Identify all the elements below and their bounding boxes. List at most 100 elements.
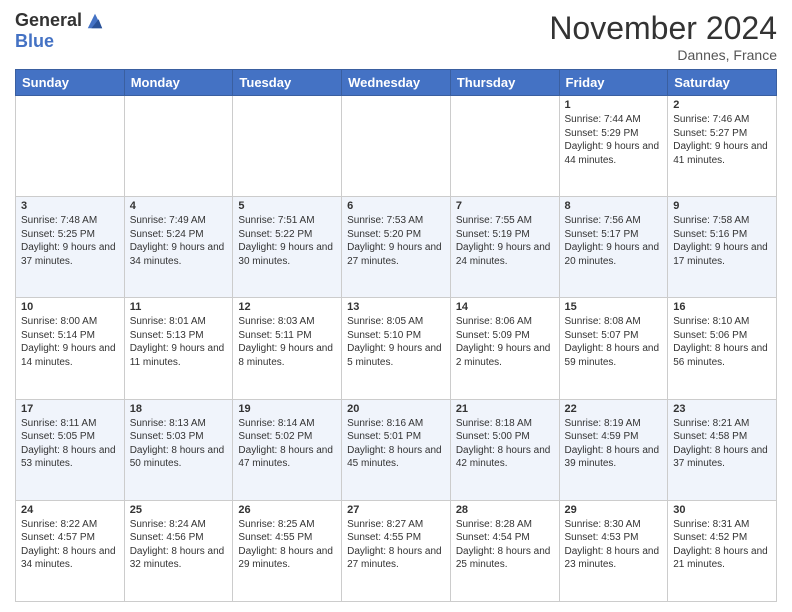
day-info: Sunrise: 8:01 AM Sunset: 5:13 PM Dayligh… [130,315,228,369]
day-number: 3 [21,200,119,212]
table-row: 14Sunrise: 8:06 AM Sunset: 5:09 PM Dayli… [450,298,559,399]
day-info: Sunrise: 7:55 AM Sunset: 5:19 PM Dayligh… [456,214,554,268]
calendar-week-row: 24 Sunrise: 8:22 AM Sunset: 4:57 PM Dayli… [16,500,777,601]
table-row: 24 Sunrise: 8:22 AM Sunset: 4:57 PM Dayli… [16,500,125,601]
table-row [16,96,125,197]
day-info: Sunrise: 8:19 AM Sunset: 4:59 PM Dayligh… [565,417,663,471]
day-info: Sunrise: 7:56 AM Sunset: 5:17 PM Dayligh… [565,214,663,268]
table-row: 27Sunrise: 8:27 AM Sunset: 4:55 PM Dayli… [342,500,451,601]
day-info: Sunrise: 7:44 AM Sunset: 5:29 PM Dayligh… [565,113,663,167]
day-info: Sunrise: 8:00 AM Sunset: 5:14 PM Dayligh… [21,315,119,369]
table-row: 22 Sunrise: 8:19 AM Sunset: 4:59 PM Dayli… [559,399,668,500]
table-row: 1Sunrise: 7:44 AM Sunset: 5:29 PM Daylig… [559,96,668,197]
day-info: Sunrise: 7:49 AM Sunset: 5:24 PM Dayligh… [130,214,228,268]
header: General Blue November 2024 Dannes, Franc… [15,10,777,63]
table-row: 6 Sunrise: 7:53 AM Sunset: 5:20 PM Daylig… [342,197,451,298]
day-info: Sunrise: 8:25 AM Sunset: 4:55 PM Dayligh… [238,518,336,572]
table-row: 17Sunrise: 8:11 AM Sunset: 5:05 PM Dayli… [16,399,125,500]
day-info: Sunrise: 8:18 AM Sunset: 5:00 PM Dayligh… [456,417,554,471]
day-number: 18 [130,403,228,415]
table-row: 28Sunrise: 8:28 AM Sunset: 4:54 PM Dayli… [450,500,559,601]
day-info: Sunrise: 8:03 AM Sunset: 5:11 PM Dayligh… [238,315,336,369]
day-info: Sunrise: 7:53 AM Sunset: 5:20 PM Dayligh… [347,214,445,268]
location: Dannes, France [549,47,777,63]
table-row: 7 Sunrise: 7:55 AM Sunset: 5:19 PM Daylig… [450,197,559,298]
day-number: 20 [347,403,445,415]
logo: General Blue [15,10,104,52]
table-row: 13 Sunrise: 8:05 AM Sunset: 5:10 PM Dayli… [342,298,451,399]
table-row [450,96,559,197]
table-row: 25Sunrise: 8:24 AM Sunset: 4:56 PM Dayli… [124,500,233,601]
day-number: 10 [21,301,119,313]
day-info: Sunrise: 7:58 AM Sunset: 5:16 PM Dayligh… [673,214,771,268]
day-number: 19 [238,403,336,415]
table-row: 20 Sunrise: 8:16 AM Sunset: 5:01 PM Dayli… [342,399,451,500]
day-number: 13 [347,301,445,313]
table-row: 18 Sunrise: 8:13 AM Sunset: 5:03 PM Dayli… [124,399,233,500]
table-row [124,96,233,197]
day-info: Sunrise: 8:31 AM Sunset: 4:52 PM Dayligh… [673,518,771,572]
day-number: 28 [456,504,554,516]
day-number: 11 [130,301,228,313]
calendar-week-row: 17Sunrise: 8:11 AM Sunset: 5:05 PM Dayli… [16,399,777,500]
day-number: 27 [347,504,445,516]
day-number: 7 [456,200,554,212]
day-info: Sunrise: 8:16 AM Sunset: 5:01 PM Dayligh… [347,417,445,471]
day-number: 21 [456,403,554,415]
day-number: 8 [565,200,663,212]
calendar-header-row: Sunday Monday Tuesday Wednesday Thursday… [16,70,777,96]
table-row: 11 Sunrise: 8:01 AM Sunset: 5:13 PM Dayli… [124,298,233,399]
day-info: Sunrise: 8:21 AM Sunset: 4:58 PM Dayligh… [673,417,771,471]
day-info: Sunrise: 8:22 AM Sunset: 4:57 PM Dayligh… [21,518,119,572]
day-info: Sunrise: 8:08 AM Sunset: 5:07 PM Dayligh… [565,315,663,369]
table-row: 15 Sunrise: 8:08 AM Sunset: 5:07 PM Dayli… [559,298,668,399]
day-info: Sunrise: 8:10 AM Sunset: 5:06 PM Dayligh… [673,315,771,369]
day-number: 24 [21,504,119,516]
day-number: 16 [673,301,771,313]
table-row: 5 Sunrise: 7:51 AM Sunset: 5:22 PM Daylig… [233,197,342,298]
col-saturday: Saturday [668,70,777,96]
table-row: 16 Sunrise: 8:10 AM Sunset: 5:06 PM Dayli… [668,298,777,399]
table-row: 19Sunrise: 8:14 AM Sunset: 5:02 PM Dayli… [233,399,342,500]
title-section: November 2024 Dannes, France [549,10,777,63]
day-info: Sunrise: 8:13 AM Sunset: 5:03 PM Dayligh… [130,417,228,471]
day-number: 9 [673,200,771,212]
day-number: 29 [565,504,663,516]
table-row: 8 Sunrise: 7:56 AM Sunset: 5:17 PM Daylig… [559,197,668,298]
day-info: Sunrise: 7:51 AM Sunset: 5:22 PM Dayligh… [238,214,336,268]
day-number: 26 [238,504,336,516]
day-number: 14 [456,301,554,313]
logo-text: General [15,10,104,31]
table-row [233,96,342,197]
calendar-week-row: 10 Sunrise: 8:00 AM Sunset: 5:14 PM Dayli… [16,298,777,399]
day-number: 4 [130,200,228,212]
day-info: Sunrise: 8:30 AM Sunset: 4:53 PM Dayligh… [565,518,663,572]
col-wednesday: Wednesday [342,70,451,96]
day-number: 6 [347,200,445,212]
table-row: 29 Sunrise: 8:30 AM Sunset: 4:53 PM Dayli… [559,500,668,601]
col-monday: Monday [124,70,233,96]
table-row: 3Sunrise: 7:48 AM Sunset: 5:25 PM Daylig… [16,197,125,298]
day-number: 22 [565,403,663,415]
page: General Blue November 2024 Dannes, Franc… [0,0,792,612]
table-row: 23Sunrise: 8:21 AM Sunset: 4:58 PM Dayli… [668,399,777,500]
table-row: 26 Sunrise: 8:25 AM Sunset: 4:55 PM Dayli… [233,500,342,601]
day-number: 2 [673,99,771,111]
col-tuesday: Tuesday [233,70,342,96]
logo-blue: Blue [15,31,54,52]
table-row: 10 Sunrise: 8:00 AM Sunset: 5:14 PM Dayli… [16,298,125,399]
col-friday: Friday [559,70,668,96]
day-number: 5 [238,200,336,212]
table-row: 2Sunrise: 7:46 AM Sunset: 5:27 PM Daylig… [668,96,777,197]
table-row: 9 Sunrise: 7:58 AM Sunset: 5:16 PM Daylig… [668,197,777,298]
table-row: 21 Sunrise: 8:18 AM Sunset: 5:00 PM Dayli… [450,399,559,500]
day-info: Sunrise: 8:11 AM Sunset: 5:05 PM Dayligh… [21,417,119,471]
calendar-table: Sunday Monday Tuesday Wednesday Thursday… [15,69,777,602]
table-row [342,96,451,197]
day-info: Sunrise: 8:05 AM Sunset: 5:10 PM Dayligh… [347,315,445,369]
day-number: 30 [673,504,771,516]
day-number: 15 [565,301,663,313]
calendar-week-row: 3Sunrise: 7:48 AM Sunset: 5:25 PM Daylig… [16,197,777,298]
logo-icon [86,12,104,30]
month-title: November 2024 [549,10,777,47]
